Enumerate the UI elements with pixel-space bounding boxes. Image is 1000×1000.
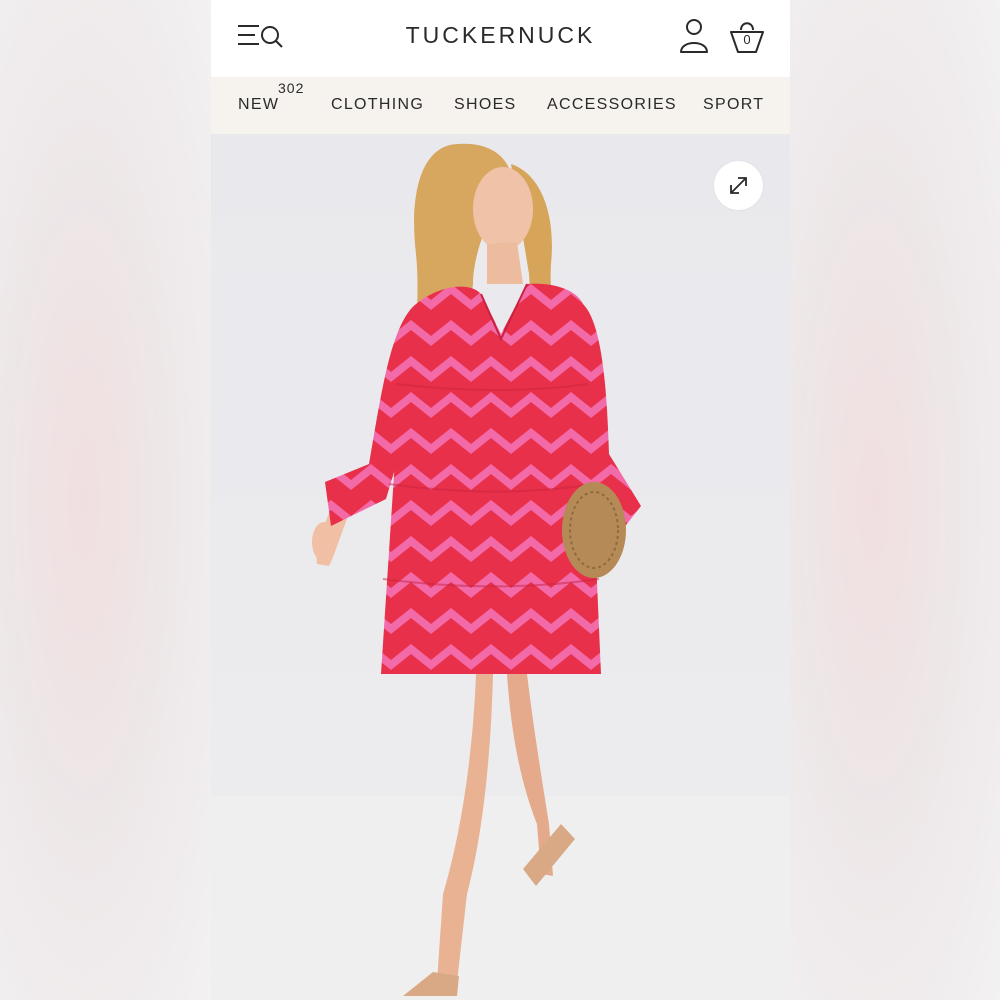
nav-item-clothing[interactable]: CLOTHING [331,96,424,114]
new-count-badge: 302 [278,80,305,96]
category-nav: NEW 302 CLOTHING SHOES ACCESSORIES SPORT [211,77,790,134]
site-header: TUCKERNUCK 0 [211,0,790,77]
user-icon[interactable] [678,18,710,54]
right-background [790,0,1000,1000]
nav-item-accessories[interactable]: ACCESSORIES [547,96,677,114]
nav-item-new[interactable]: NEW [238,96,279,114]
shopping-bag-icon[interactable]: 0 [729,18,765,56]
left-background [0,0,211,1000]
expand-arrows-icon[interactable] [714,161,763,210]
product-image[interactable] [211,134,790,1000]
nav-item-shoes[interactable]: SHOES [454,96,517,114]
product-image-area [211,134,790,1000]
nav-item-sport[interactable]: SPORT [703,96,764,114]
bag-count: 0 [743,32,751,47]
mobile-page: TUCKERNUCK 0 NEW 302 CLOTHING SHOES ACCE… [211,0,790,1000]
